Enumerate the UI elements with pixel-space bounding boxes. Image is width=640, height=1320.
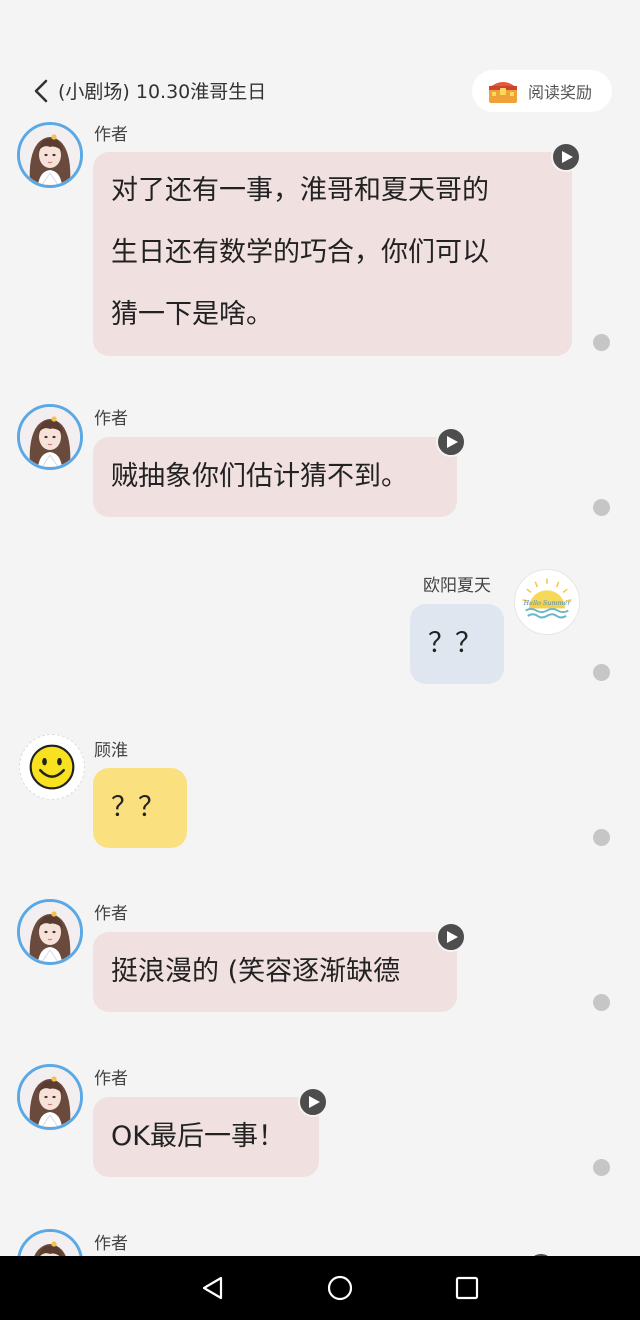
reading-reward-button[interactable]: 阅读奖励 [472,70,612,112]
sender-name: 作者 [94,1069,128,1089]
read-status-dot [593,994,610,1011]
reading-reward-label: 阅读奖励 [528,83,593,102]
play-audio-button[interactable] [551,142,581,172]
top-bar: (小剧场) 10.30淮哥生日 阅读奖励 [0,0,640,118]
message-bubble[interactable]: 对了还有一事，淮哥和夏天哥的 生日还有数学的巧合，你们可以 猜一下是啥。 [93,152,572,356]
svg-text:Hello Summer: Hello Summer [523,599,572,607]
chevron-left-icon [34,79,48,103]
system-nav-bar [0,1256,640,1320]
back-triangle-icon [203,1276,223,1300]
sun-icon: Hello Summer [516,571,578,633]
play-icon [447,436,458,448]
treasure-chest-icon [489,82,517,103]
play-icon [447,931,458,943]
read-status-dot [593,829,610,846]
author-avatar[interactable] [17,122,83,188]
read-status-dot [593,499,610,516]
sender-name: 作者 [94,125,128,145]
read-status-dot [593,334,610,351]
message-bubble[interactable]: ？？ [410,604,504,684]
page-title: (小剧场) 10.30淮哥生日 [58,81,267,103]
play-audio-button[interactable] [436,922,466,952]
sender-name: 作者 [94,409,128,429]
nav-back-button[interactable] [193,1268,233,1308]
message-bubble[interactable]: 挺浪漫的 (笑容逐渐缺德 [93,932,457,1012]
author-avatar[interactable] [17,404,83,470]
read-status-dot [593,1159,610,1176]
smiley-face-icon [21,736,83,798]
sender-name: 作者 [94,904,128,924]
play-audio-button[interactable] [436,427,466,457]
author-avatar[interactable] [17,1064,83,1130]
author-avatar[interactable] [17,1229,83,1256]
sender-name: 顾淮 [94,741,128,761]
message-bubble[interactable]: ？？ [93,768,187,848]
hello-summer-avatar[interactable]: Hello Summer [514,569,580,635]
message-bubble[interactable]: 贼抽象你们估计猜不到。 [93,437,457,517]
play-audio-button[interactable] [298,1087,328,1117]
sender-name: 欧阳夏天 [423,576,491,596]
nav-home-button[interactable] [320,1268,360,1308]
chat-list[interactable]: 作者 对了还有一事，淮哥和夏天哥的 生日还有数学的巧合，你们可以 猜一下是啥。 … [0,118,640,1256]
play-icon [309,1096,320,1108]
read-status-dot [593,664,610,681]
sender-name: 作者 [94,1234,128,1254]
smiley-avatar[interactable] [19,734,85,800]
recents-square-icon [455,1276,478,1300]
author-avatar[interactable] [17,899,83,965]
back-button[interactable] [26,76,56,106]
play-icon [562,151,573,163]
nav-recents-button[interactable] [447,1268,487,1308]
home-circle-icon [327,1275,353,1301]
message-bubble[interactable]: OK最后一事！ [93,1097,319,1177]
